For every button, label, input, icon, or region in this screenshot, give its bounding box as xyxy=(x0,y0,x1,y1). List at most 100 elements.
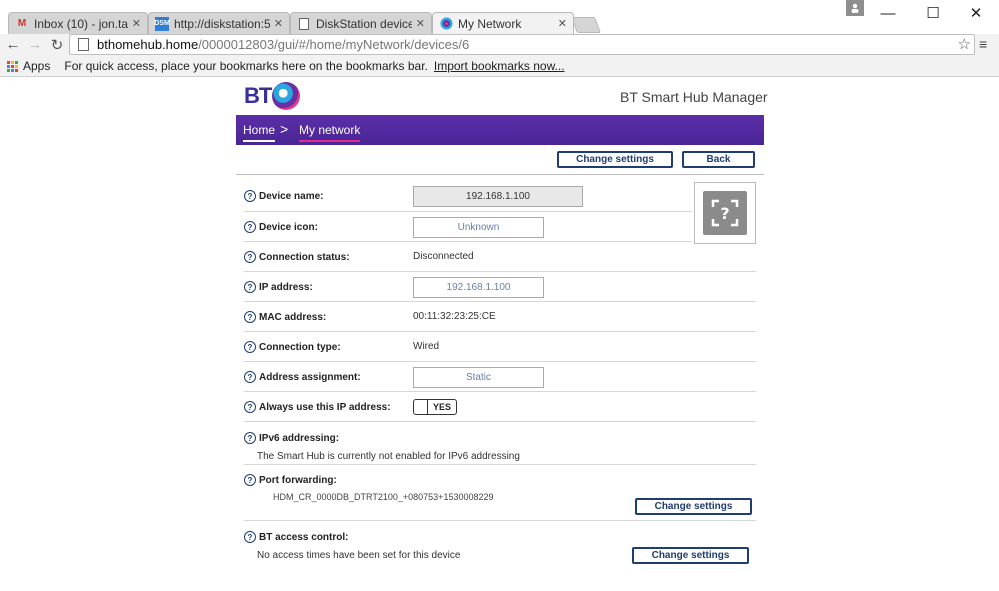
port-forwarding-label: Port forwarding: xyxy=(259,475,337,486)
maximize-button[interactable]: ☐ xyxy=(913,4,953,24)
breadcrumb: Home > My network xyxy=(236,115,764,145)
change-settings-button[interactable]: Change settings xyxy=(557,151,673,168)
bt-globe-icon xyxy=(272,82,301,110)
close-icon[interactable]: ✕ xyxy=(416,17,425,30)
back-arrow-icon[interactable]: ← xyxy=(4,36,22,53)
connection-status-row: ? Connection status: Disconnected xyxy=(244,250,756,270)
address-assignment-row: ? Address assignment: Static xyxy=(244,367,756,390)
menu-icon[interactable]: ≡ xyxy=(979,36,987,52)
tab-diskstation[interactable]: DSM http://diskstation:50 ✕ xyxy=(148,12,290,34)
profile-icon[interactable] xyxy=(846,0,864,16)
connection-type-value: Wired xyxy=(413,341,440,352)
help-icon[interactable]: ? xyxy=(244,531,256,543)
device-name-row: ? Device name: 192.168.1.100 xyxy=(244,186,756,209)
row-divider xyxy=(244,241,692,242)
help-icon[interactable]: ? xyxy=(244,341,256,353)
address-assignment-label: Address assignment: xyxy=(259,372,361,383)
chevron-right-icon: > xyxy=(280,121,289,137)
row-divider xyxy=(244,301,756,302)
page-icon xyxy=(297,17,311,31)
tab-my-network[interactable]: My Network ✕ xyxy=(432,12,574,34)
always-use-ip-label: Always use this IP address: xyxy=(259,402,391,413)
help-icon[interactable]: ? xyxy=(244,474,256,486)
access-control-label: BT access control: xyxy=(259,532,349,543)
nav-my-network[interactable]: My network xyxy=(299,123,361,142)
help-icon[interactable]: ? xyxy=(244,281,256,293)
page-content: BT BT Smart Hub Manager Home > My networ… xyxy=(0,77,999,591)
tab-gmail[interactable]: M Inbox (10) - jon.taylo ✕ xyxy=(8,12,148,34)
browser-toolbar: ← → ↻ bthomehub.home /0000012803/gui/#/h… xyxy=(0,34,999,56)
connection-type-label: Connection type: xyxy=(259,342,341,353)
always-use-ip-row: ? Always use this IP address: YES xyxy=(244,399,756,420)
help-icon[interactable]: ? xyxy=(244,251,256,263)
always-use-ip-toggle[interactable]: YES xyxy=(413,399,457,415)
toggle-state: YES xyxy=(432,402,451,412)
row-divider xyxy=(244,421,756,422)
row-divider xyxy=(244,211,692,212)
bt-logo[interactable]: BT xyxy=(244,82,301,110)
close-icon[interactable]: ✕ xyxy=(132,17,141,30)
help-icon[interactable]: ? xyxy=(244,221,256,233)
help-icon[interactable]: ? xyxy=(244,311,256,323)
ipv6-status-text: The Smart Hub is currently not enabled f… xyxy=(257,451,520,462)
row-divider xyxy=(244,271,756,272)
help-icon[interactable]: ? xyxy=(244,432,256,444)
bookmarks-hint: For quick access, place your bookmarks h… xyxy=(64,59,428,73)
ipv6-row: ? IPv6 addressing: The Smart Hub is curr… xyxy=(244,431,756,465)
row-divider xyxy=(244,391,756,392)
bookmark-star-icon[interactable]: ☆ xyxy=(958,35,971,53)
close-icon[interactable]: ✕ xyxy=(274,17,283,30)
close-window-button[interactable]: ✕ xyxy=(956,4,996,24)
bt-favicon-icon xyxy=(439,17,453,31)
gmail-icon: M xyxy=(17,18,27,29)
nav-home[interactable]: Home xyxy=(243,123,276,142)
tab-label: My Network xyxy=(458,16,522,31)
device-name-label: Device name: xyxy=(259,191,324,202)
row-divider xyxy=(244,464,756,465)
tab-diskstation-device[interactable]: DiskStation device de ✕ xyxy=(290,12,432,34)
back-button[interactable]: Back xyxy=(682,151,755,168)
help-icon[interactable]: ? xyxy=(244,190,256,202)
url-host: bthomehub.home xyxy=(97,37,199,52)
device-icon-label: Device icon: xyxy=(259,222,318,233)
address-assignment-select[interactable]: Static xyxy=(413,367,544,388)
apps-link[interactable]: Apps xyxy=(23,59,50,73)
ip-address-label: IP address: xyxy=(259,282,313,293)
port-forwarding-change-settings-button[interactable]: Change settings xyxy=(635,498,752,515)
connection-status-value: Disconnected xyxy=(413,251,474,262)
import-bookmarks-link[interactable]: Import bookmarks now... xyxy=(434,59,565,73)
mac-address-label: MAC address: xyxy=(259,312,327,323)
access-control-change-settings-button[interactable]: Change settings xyxy=(632,547,749,564)
connection-status-label: Connection status: xyxy=(259,252,350,263)
close-icon[interactable]: ✕ xyxy=(558,17,567,30)
device-icon-select[interactable]: Unknown xyxy=(413,217,544,238)
device-icon-row: ? Device icon: Unknown xyxy=(244,217,756,240)
logo-text: BT xyxy=(244,83,272,108)
access-control-text: No access times have been set for this d… xyxy=(257,550,461,561)
row-divider xyxy=(244,331,756,332)
ipv6-label: IPv6 addressing: xyxy=(259,433,340,444)
new-tab-button[interactable] xyxy=(571,17,601,33)
reload-icon[interactable]: ↻ xyxy=(48,36,66,54)
divider xyxy=(236,174,764,175)
ip-address-row: ? IP address: 192.168.1.100 xyxy=(244,277,756,300)
minimize-button[interactable]: — xyxy=(868,4,908,24)
apps-icon[interactable] xyxy=(7,61,18,72)
connection-type-row: ? Connection type: Wired xyxy=(244,340,756,360)
tab-label: http://diskstation:50 xyxy=(174,16,270,31)
mac-address-row: ? MAC address: 00:11:32:23:25:CE xyxy=(244,310,756,330)
ip-address-field[interactable]: 192.168.1.100 xyxy=(413,277,544,298)
app-title: BT Smart Hub Manager xyxy=(620,89,768,105)
device-name-field[interactable]: 192.168.1.100 xyxy=(413,186,583,207)
address-bar[interactable]: bthomehub.home /0000012803/gui/#/home/my… xyxy=(69,34,975,55)
tab-label: DiskStation device de xyxy=(316,16,412,31)
help-icon[interactable]: ? xyxy=(244,401,256,413)
mac-address-value: 00:11:32:23:25:CE xyxy=(413,311,496,322)
url-path: /0000012803/gui/#/home/myNetwork/devices… xyxy=(198,37,470,52)
toggle-knob xyxy=(414,400,428,414)
row-divider xyxy=(244,361,756,362)
forward-arrow-icon[interactable]: → xyxy=(26,36,44,53)
page-icon xyxy=(78,38,89,51)
help-icon[interactable]: ? xyxy=(244,371,256,383)
bookmarks-bar: Apps For quick access, place your bookma… xyxy=(0,56,999,77)
